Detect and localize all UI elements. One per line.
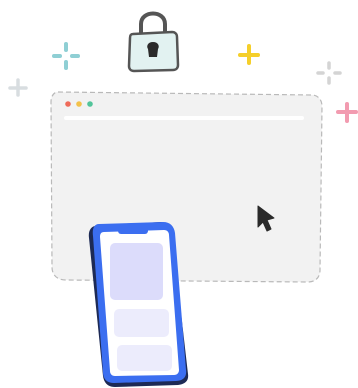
sparkle-pink-icon [336, 102, 358, 123]
phone-card-primary [110, 243, 163, 300]
phone-card-tertiary [117, 345, 172, 371]
sparkle-gray-right-icon [316, 61, 342, 85]
window-maximize-dot [87, 101, 93, 107]
padlock-icon [127, 11, 180, 73]
browser-address-bar [64, 116, 304, 120]
sparkle-gray-left-icon [8, 78, 28, 97]
smartphone [88, 222, 189, 387]
sparkle-yellow-icon [238, 44, 260, 65]
illustration-stage [0, 0, 358, 388]
phone-card-secondary [114, 309, 169, 337]
window-minimize-dot [76, 101, 82, 107]
secure-browsing-illustration [8, 11, 358, 387]
sparkle-teal-icon [52, 42, 80, 70]
phone-notch [118, 226, 148, 234]
window-close-dot [65, 101, 71, 107]
